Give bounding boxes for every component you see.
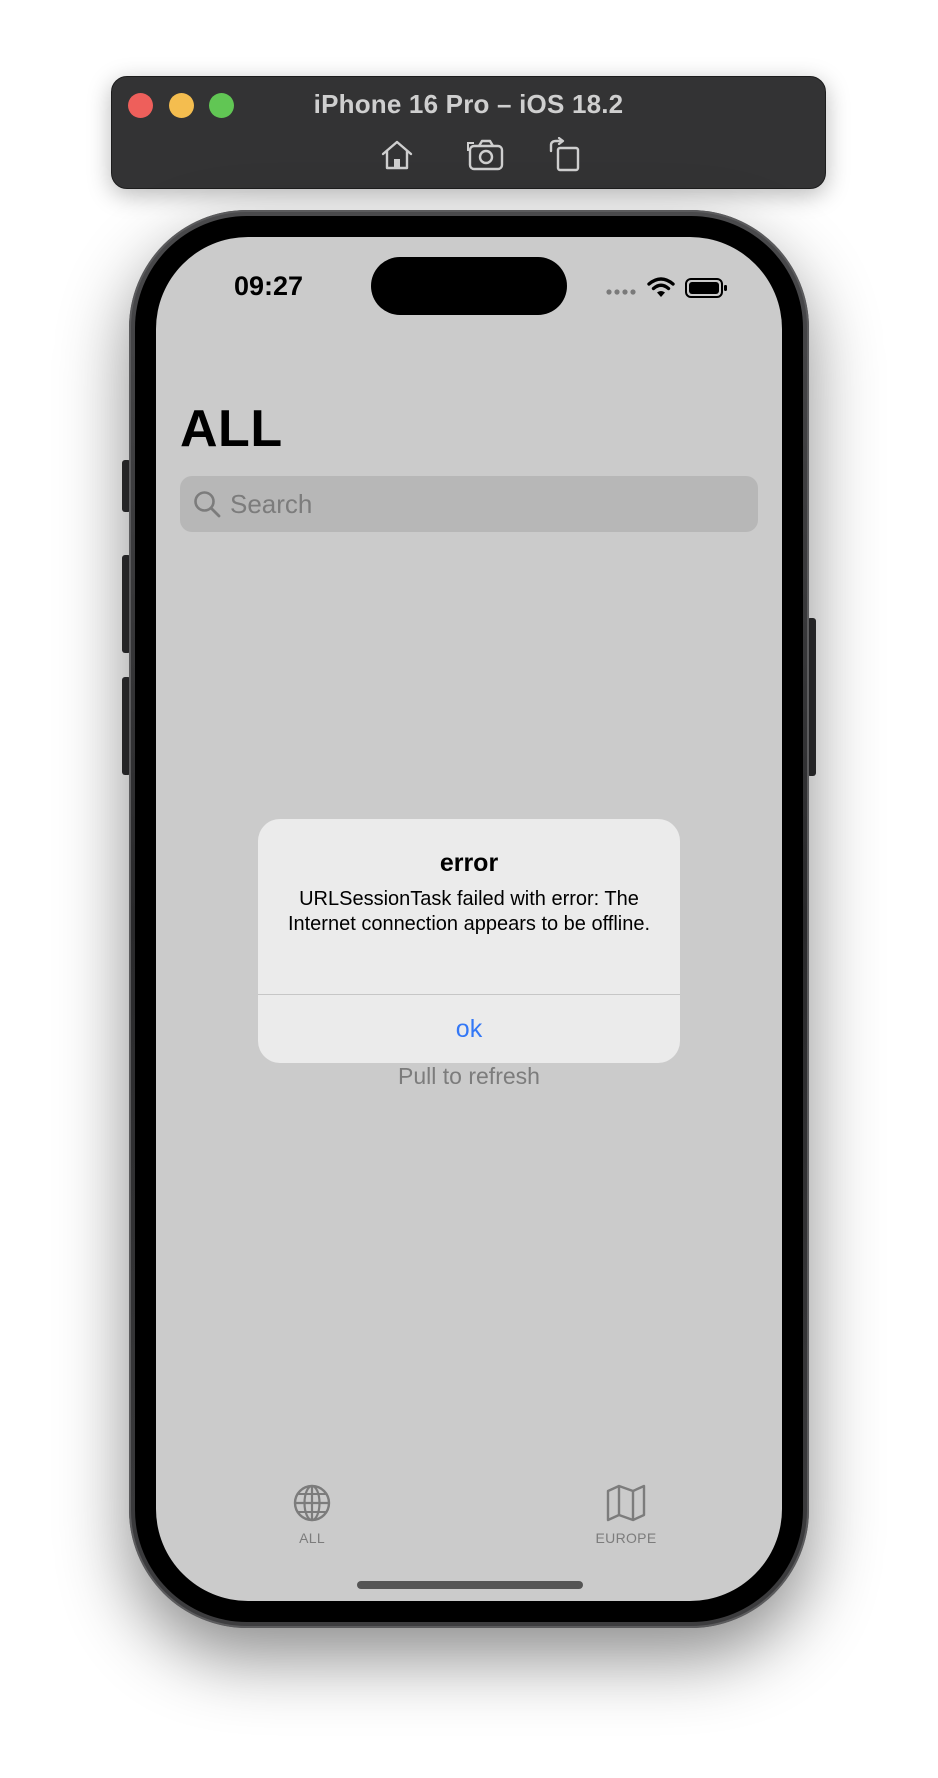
- map-icon: [606, 1484, 646, 1522]
- alert-ok-button[interactable]: ok: [258, 995, 680, 1063]
- rotate-icon[interactable]: [545, 136, 585, 173]
- search-icon: [194, 491, 221, 518]
- search-input[interactable]: [228, 476, 748, 532]
- dynamic-island: [371, 257, 567, 315]
- status-icons: [605, 275, 730, 301]
- tab-europe[interactable]: EUROPE: [566, 1482, 686, 1546]
- device-screen: 09:27 ALL Search Pull to refresh error U…: [156, 237, 782, 1601]
- alert-title: error: [439, 849, 499, 877]
- error-alert: error URLSessionTask failed with error: …: [258, 819, 680, 1063]
- home-icon[interactable]: [377, 137, 417, 173]
- page-title: ALL: [180, 400, 283, 458]
- tab-europe-label: EUROPE: [595, 1530, 657, 1546]
- tab-all-label: ALL: [299, 1530, 325, 1546]
- wifi-icon: [647, 277, 675, 297]
- globe-icon: [293, 1484, 331, 1522]
- battery-icon: [685, 278, 727, 298]
- pull-to-refresh-label: Pull to refresh: [398, 1063, 540, 1089]
- home-indicator[interactable]: [357, 1581, 583, 1589]
- screenshot-icon[interactable]: [466, 137, 506, 173]
- search-bar[interactable]: [180, 476, 758, 532]
- status-time: 09:27: [234, 271, 304, 301]
- cellular-icon: [606, 289, 636, 295]
- tab-all[interactable]: ALL: [252, 1482, 372, 1546]
- simulator-toolbar: iPhone 16 Pro – iOS 18.2: [111, 76, 826, 189]
- alert-message: URLSessionTask failed with error: The In…: [287, 888, 651, 935]
- simulator-title: iPhone 16 Pro – iOS 18.2: [313, 89, 624, 119]
